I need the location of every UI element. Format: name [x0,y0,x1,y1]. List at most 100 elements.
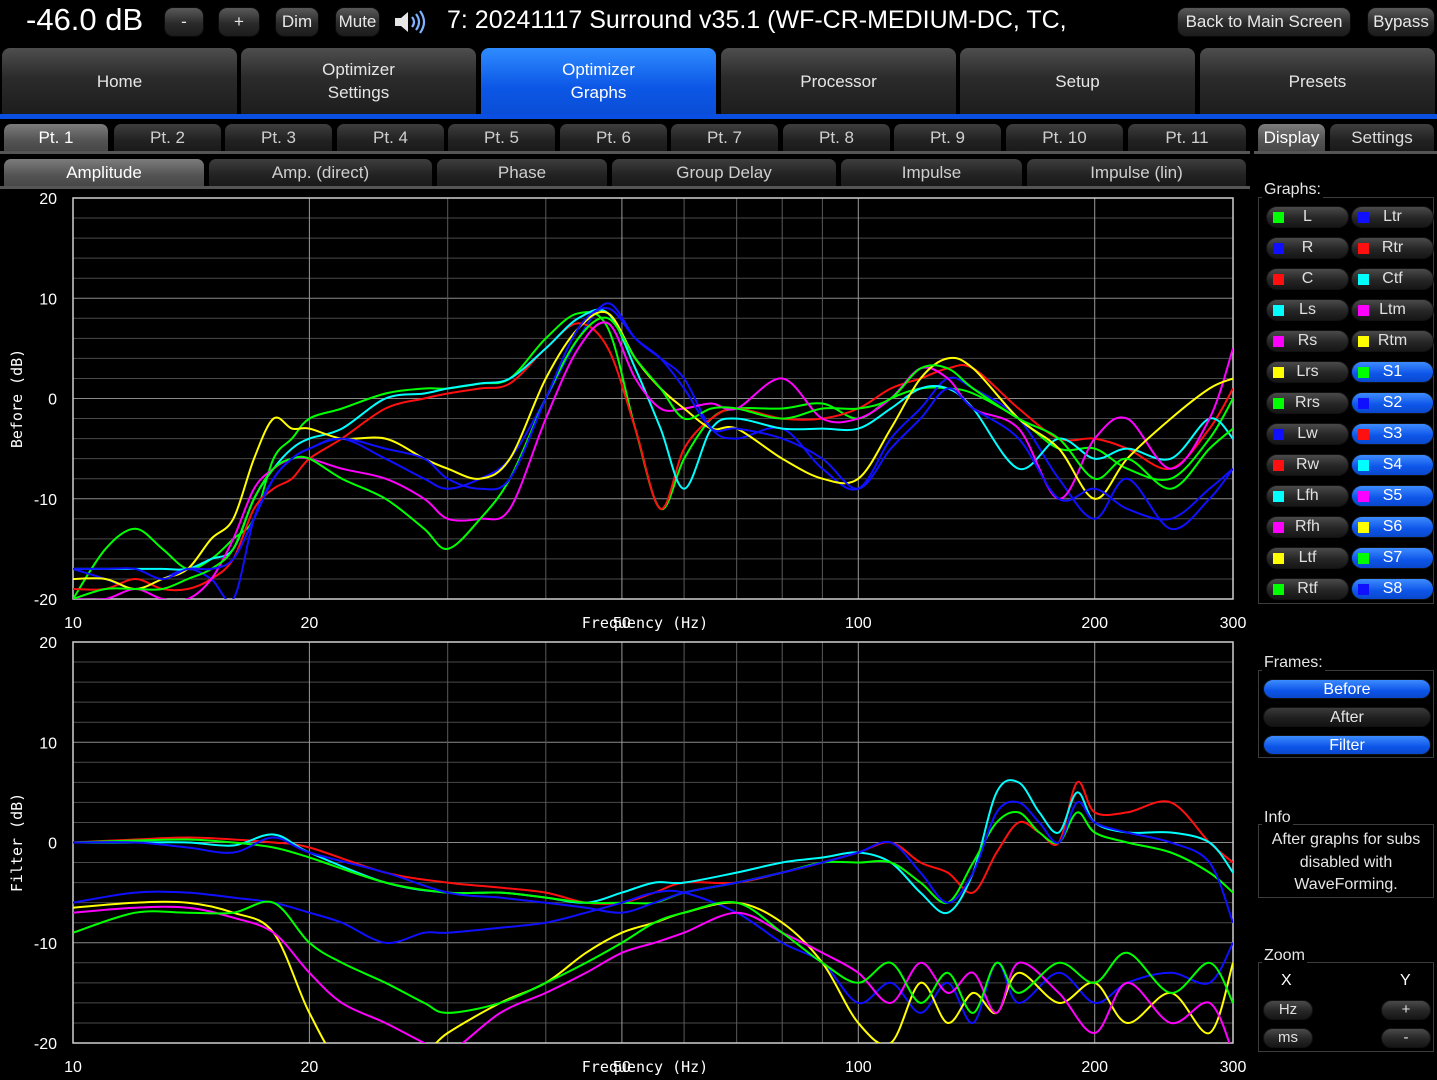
volume-up-button[interactable]: + [218,7,260,37]
zoom-y-plus-button[interactable]: + [1381,1000,1431,1020]
graph-toggle-s7[interactable]: S7 [1351,547,1434,569]
graph-toggle-s8[interactable]: S8 [1351,578,1434,600]
zoom-y-minus-button[interactable]: - [1381,1028,1431,1048]
graph-toggle-s1[interactable]: S1 [1351,361,1434,383]
y-tick-label: -20 [34,592,57,609]
graph-toggle-rtf[interactable]: Rtf [1266,578,1349,600]
tab-pt-3[interactable]: Pt. 3 [225,124,332,151]
tab-pt-2[interactable]: Pt. 2 [114,124,221,151]
color-swatch [1358,274,1369,285]
tab-pt-9[interactable]: Pt. 9 [894,124,1001,151]
tab-pt-10[interactable]: Pt. 10 [1006,124,1123,151]
tab-impulse-lin[interactable]: Impulse (lin) [1027,159,1246,186]
graph-toggle-l[interactable]: L [1266,206,1349,228]
color-swatch [1273,553,1284,564]
graph-toggle-label: Rtr [1381,239,1404,256]
tab-optimizer-settings[interactable]: Optimizer Settings [241,48,476,114]
tab-side-settings[interactable]: Settings [1330,124,1434,151]
graph-toggle-s3[interactable]: S3 [1351,423,1434,445]
frame-filter-button[interactable]: Filter [1263,735,1431,755]
tab-presets[interactable]: Presets [1200,48,1435,114]
tab-pt-5[interactable]: Pt. 5 [448,124,555,151]
graph-toggle-rw[interactable]: Rw [1266,454,1349,476]
mute-button[interactable]: Mute [335,7,380,37]
graphs-title: Graphs: [1262,181,1323,199]
graph-toggle-rrs[interactable]: Rrs [1266,392,1349,414]
y-tick-label: 20 [39,635,57,652]
speaker-icon[interactable] [393,9,427,35]
graph-toggle-ctf[interactable]: Ctf [1351,268,1434,290]
color-swatch [1273,398,1284,409]
graph-toggle-lw[interactable]: Lw [1266,423,1349,445]
graph-toggle-label: Rtf [1297,580,1318,597]
graph-toggle-s2[interactable]: S2 [1351,392,1434,414]
tab-pt-4[interactable]: Pt. 4 [337,124,444,151]
graph-toggle-ls[interactable]: Ls [1266,299,1349,321]
tab-phase[interactable]: Phase [437,159,607,186]
color-swatch [1273,584,1284,595]
graph-toggle-rtr[interactable]: Rtr [1351,237,1434,259]
graph-toggle-s4[interactable]: S4 [1351,454,1434,476]
back-to-main-button[interactable]: Back to Main Screen [1177,7,1351,37]
graph-toggle-s6[interactable]: S6 [1351,516,1434,538]
x-tick-label: 300 [1220,615,1247,632]
tab-pt-6[interactable]: Pt. 6 [560,124,667,151]
y-tick-label: 20 [39,191,57,208]
graph-toggle-c[interactable]: C [1266,268,1349,290]
tab-pt-1[interactable]: Pt. 1 [4,124,108,151]
zoom-title: Zoom [1262,947,1307,965]
graph-toggle-s5[interactable]: S5 [1351,485,1434,507]
color-swatch [1273,274,1284,285]
color-swatch [1273,522,1284,533]
tab-amp-direct[interactable]: Amp. (direct) [209,159,432,186]
graph-toggle-rfh[interactable]: Rfh [1266,516,1349,538]
graph-toggle-ltm[interactable]: Ltm [1351,299,1434,321]
y-tick-label: 0 [48,392,57,409]
graph-toggle-ltf[interactable]: Ltf [1266,547,1349,569]
tab-group-delay[interactable]: Group Delay [612,159,836,186]
tab-pt-11[interactable]: Pt. 11 [1128,124,1246,151]
tab-impulse[interactable]: Impulse [841,159,1022,186]
zoom-ms-button[interactable]: ms [1263,1028,1313,1048]
tab-pt-8[interactable]: Pt. 8 [783,124,890,151]
pt-tab-divider [0,151,1250,154]
graph-toggle-ltr[interactable]: Ltr [1351,206,1434,228]
tab-setup[interactable]: Setup [960,48,1195,114]
x-tick-label: 200 [1081,1059,1108,1076]
tab-home[interactable]: Home [2,48,237,114]
graph-toggle-label: S7 [1382,549,1403,566]
x-tick-label: 300 [1220,1059,1247,1076]
color-swatch [1358,212,1369,223]
graph-toggle-r[interactable]: R [1266,237,1349,259]
before-chart[interactable]: 20100-10-2010 20 50 100 200 300Frequency (Hz)… [8,191,1246,632]
color-swatch [1358,460,1369,471]
x-tick-label: 100 [845,1059,872,1076]
preset-title: 7: 20241117 Surround v35.1 (WF-CR-MEDIUM… [447,6,1067,34]
graph-toggle-label: S4 [1382,456,1403,473]
zoom-hz-button[interactable]: Hz [1263,1000,1313,1020]
tab-optimizer-graphs[interactable]: Optimizer Graphs [481,48,716,114]
x-axis-label: Frequency (Hz) [582,1058,708,1076]
graph-toggle-lfh[interactable]: Lfh [1266,485,1349,507]
bypass-button[interactable]: Bypass [1367,7,1435,37]
y-tick-label: -10 [34,492,57,509]
dim-button[interactable]: Dim [275,7,319,37]
graph-toggle-lrs[interactable]: Lrs [1266,361,1349,383]
color-swatch [1273,491,1284,502]
tab-amplitude[interactable]: Amplitude [4,159,204,186]
frame-before-button[interactable]: Before [1263,679,1431,699]
filter-chart[interactable]: 20100-10-2010 20 50 100 200 300Frequency (Hz)… [8,635,1246,1076]
tab-display[interactable]: Display [1258,124,1325,151]
tab-divider [0,114,1437,119]
tab-processor[interactable]: Processor [721,48,956,114]
frame-after-button[interactable]: After [1263,707,1431,727]
color-swatch [1273,243,1284,254]
color-swatch [1358,367,1369,378]
graph-toggle-rs[interactable]: Rs [1266,330,1349,352]
x-tick-label: 20 [301,1059,319,1076]
volume-down-button[interactable]: - [164,7,204,37]
tab-pt-7[interactable]: Pt. 7 [671,124,778,151]
color-swatch [1358,398,1369,409]
graph-toggle-rtm[interactable]: Rtm [1351,330,1434,352]
info-title: Info [1262,809,1293,827]
